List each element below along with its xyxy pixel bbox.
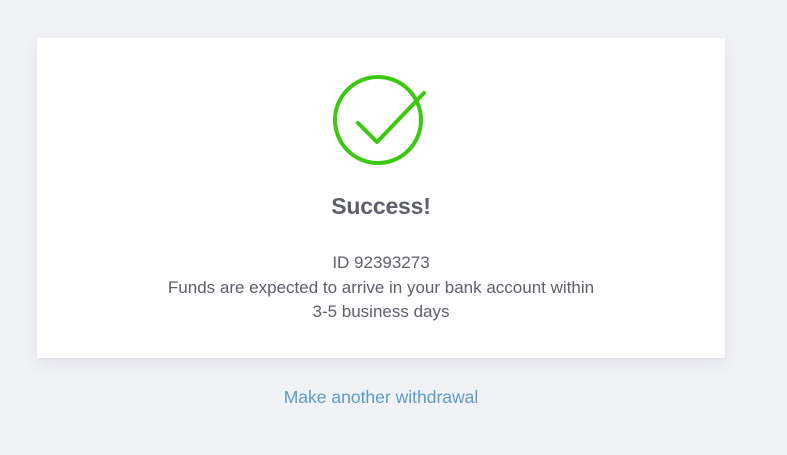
success-title: Success!	[331, 193, 431, 219]
transaction-id: ID 92393273	[332, 253, 430, 272]
arrival-message: Funds are expected to arrive in your ban…	[167, 277, 595, 297]
make-another-withdrawal-link[interactable]: Make another withdrawal	[0, 387, 762, 408]
success-card: Success! ID 92393273 Funds are expected …	[37, 38, 725, 358]
check-circle-icon	[333, 75, 426, 165]
withdrawal-details: ID 92393273 Funds are expected to arrive…	[37, 251, 725, 325]
arrival-timeframe: 3-5 business days	[312, 302, 450, 321]
